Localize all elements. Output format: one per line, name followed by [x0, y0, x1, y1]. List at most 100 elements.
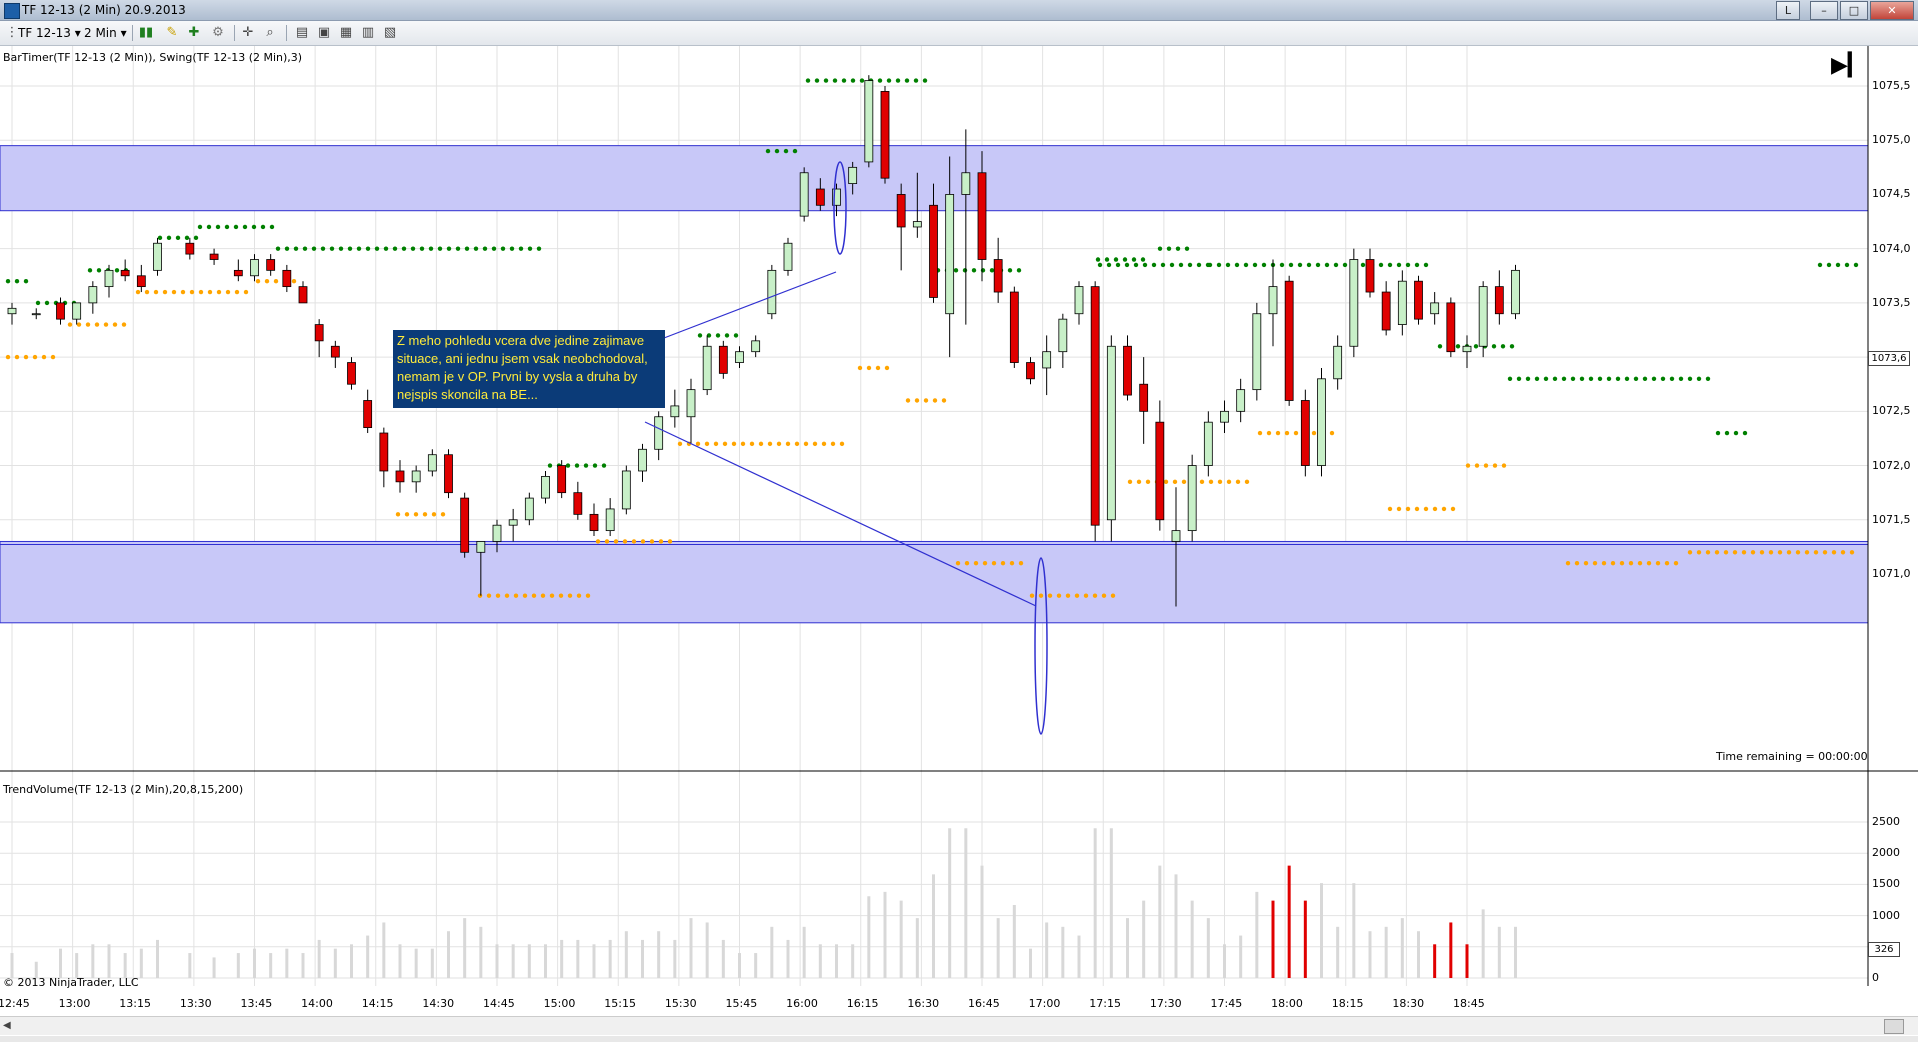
annotation-text-box[interactable]: Z meho pohledu vcera dve jedine zajimave…	[393, 330, 665, 408]
candle-body	[815, 188, 825, 206]
swing-dot	[1501, 463, 1507, 468]
add-indicator-icon[interactable]: ✚	[186, 25, 202, 41]
swing-dot	[1450, 506, 1456, 512]
swing-dot	[1243, 262, 1249, 268]
swing-dot	[814, 78, 820, 83]
chart-style-icon[interactable]: ▮▮	[138, 25, 154, 41]
swing-dot	[392, 246, 398, 251]
swing-dot	[774, 148, 780, 154]
toolbar-separator	[132, 25, 133, 41]
swing-dot	[1396, 262, 1402, 268]
time-tick-label: 13:30	[179, 997, 212, 1010]
swing-dot	[1113, 257, 1119, 262]
share-icon[interactable]: ▥	[360, 25, 376, 41]
swing-dot	[193, 235, 199, 241]
swing-dot	[500, 246, 506, 251]
swing-dot	[166, 235, 172, 241]
swing-dot	[1646, 560, 1652, 566]
time-tick-label: 16:15	[846, 997, 879, 1010]
swing-dot	[1750, 550, 1756, 555]
swing-dot	[592, 463, 598, 468]
swing-dot	[1216, 262, 1222, 268]
swing-dot	[722, 441, 728, 447]
candle-body	[1236, 389, 1246, 412]
swing-dot	[567, 593, 573, 598]
swing-dot	[1056, 593, 1062, 598]
swing-dot	[1092, 593, 1098, 598]
price-chart[interactable]	[0, 46, 1918, 986]
candle-body	[1187, 465, 1197, 532]
swing-dot	[1500, 344, 1506, 349]
time-tick-label: 17:15	[1089, 997, 1121, 1010]
swing-dot	[877, 78, 883, 83]
template-icon[interactable]: ▧	[382, 25, 398, 41]
swing-dot	[103, 322, 109, 327]
horizontal-scrollbar[interactable]: ◀	[0, 1016, 1918, 1035]
candle-body	[298, 286, 308, 304]
go-to-end-icon[interactable]: ▶▎	[1831, 55, 1865, 77]
swing-dot	[504, 593, 510, 598]
maximize-button[interactable]: □	[1840, 1, 1868, 20]
swing-dot	[153, 289, 159, 295]
candle-body	[72, 302, 82, 320]
swing-dot	[841, 78, 847, 83]
zoom-icon[interactable]: ⌕	[262, 25, 278, 41]
drawing-objects	[644, 161, 1048, 735]
candle-body	[1090, 286, 1100, 526]
candle-body	[56, 302, 65, 320]
candle-body	[638, 448, 647, 472]
minimize-button[interactable]: –	[1810, 1, 1838, 20]
swing-dot	[135, 289, 141, 295]
candle-body	[266, 259, 276, 271]
swing-dot	[94, 322, 100, 327]
swing-dot	[549, 593, 555, 598]
volume-tick-label: 0	[1872, 971, 1879, 984]
candle-body	[1333, 345, 1343, 380]
candle-body	[686, 389, 696, 418]
strategy-icon[interactable]: ⚙	[210, 25, 226, 41]
screenshot-icon[interactable]: ▦	[338, 25, 354, 41]
time-tick-label: 13:00	[58, 997, 91, 1010]
candle-body	[1478, 286, 1488, 347]
swing-dot	[1615, 376, 1621, 381]
swing-dot	[658, 539, 664, 544]
candle-body	[1252, 313, 1262, 391]
swing-dot	[112, 322, 118, 327]
swing-dot	[23, 279, 29, 284]
swing-dot	[1583, 560, 1589, 566]
time-tick-label: 13:45	[240, 997, 273, 1010]
swing-dot	[1804, 550, 1810, 555]
data-box-icon[interactable]: ▣	[316, 25, 332, 41]
crosshair-icon[interactable]: ✛	[240, 25, 256, 41]
swing-dot	[1474, 463, 1480, 468]
swing-dot	[932, 398, 938, 403]
swing-dot	[85, 322, 91, 327]
swing-dot	[695, 441, 701, 447]
swing-dot	[1160, 262, 1166, 268]
interval-selector[interactable]: 2 Min ▾	[84, 24, 127, 42]
swing-dot	[731, 441, 737, 447]
pencil-icon[interactable]: ✎	[164, 25, 180, 41]
time-tick-label: 13:15	[119, 997, 151, 1010]
swing-dot	[347, 246, 353, 251]
swing-dot	[1441, 506, 1447, 512]
swing-dot	[953, 268, 959, 273]
scroll-left-icon[interactable]: ◀	[3, 1020, 11, 1031]
swing-dot	[839, 441, 845, 447]
scrollbar-thumb[interactable]	[1884, 1019, 1904, 1034]
swing-dot	[1184, 246, 1190, 251]
instrument-selector[interactable]: TF 12-13 ▾	[18, 24, 81, 42]
swing-dot	[1279, 262, 1285, 268]
properties-icon[interactable]: ▤	[294, 25, 310, 41]
close-button[interactable]: ✕	[1870, 1, 1914, 20]
swing-dot	[1110, 593, 1116, 598]
swing-dot	[216, 289, 222, 295]
swing-dot	[419, 246, 425, 251]
swing-dot	[1342, 262, 1348, 268]
swing-dot	[991, 560, 997, 566]
candle-body	[961, 172, 971, 195]
swing-dot	[1235, 479, 1241, 485]
swing-dot	[1074, 593, 1080, 598]
window-titlebar: TF 12-13 (2 Min) 20.9.2013 L – □ ✕	[0, 0, 1918, 21]
link-button[interactable]: L	[1776, 1, 1800, 20]
